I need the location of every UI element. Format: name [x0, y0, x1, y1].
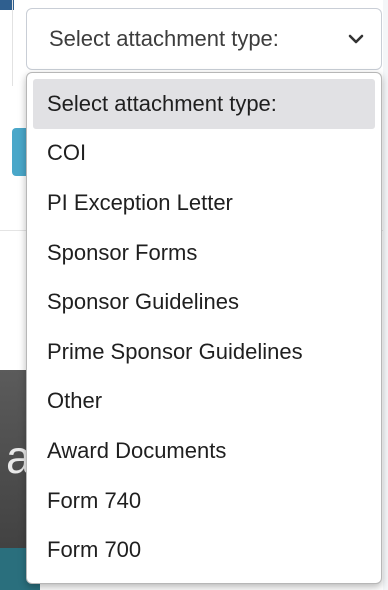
attachment-type-select[interactable]: Select attachment type:	[26, 8, 382, 70]
option-sponsor-guidelines[interactable]: Sponsor Guidelines	[33, 277, 375, 327]
option-sponsor-forms[interactable]: Sponsor Forms	[33, 228, 375, 278]
option-pi-exception-letter[interactable]: PI Exception Letter	[33, 178, 375, 228]
option-other[interactable]: Other	[33, 377, 375, 427]
option-form-740[interactable]: Form 740	[33, 476, 375, 526]
chevron-down-icon[interactable]	[347, 30, 365, 48]
option-select-attachment-type[interactable]: Select attachment type:	[33, 79, 375, 129]
option-coi[interactable]: COI	[33, 129, 375, 179]
page-scroll-edge	[383, 0, 388, 590]
option-prime-sponsor-guidelines[interactable]: Prime Sponsor Guidelines	[33, 327, 375, 377]
option-award-documents[interactable]: Award Documents	[33, 426, 375, 476]
attachment-type-select-value: Select attachment type:	[49, 26, 279, 51]
option-form-700[interactable]: Form 700	[33, 525, 375, 575]
page-divider-vertical	[12, 0, 13, 86]
attachment-type-dropdown-list: Select attachment type: COI PI Exception…	[26, 72, 382, 584]
